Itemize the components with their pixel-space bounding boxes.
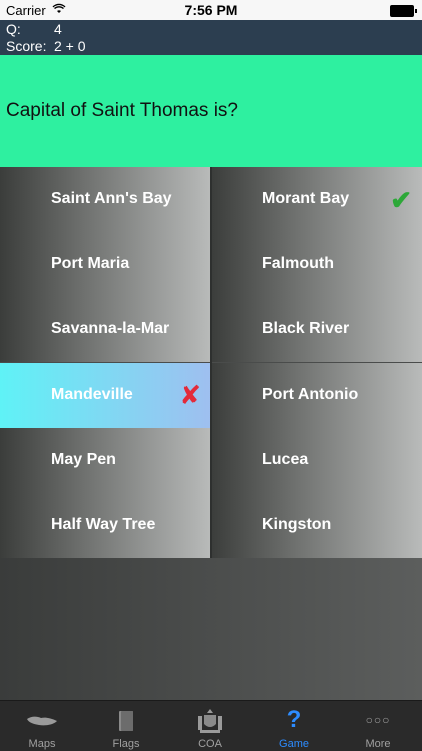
answer-button[interactable]: Port Maria <box>0 232 211 297</box>
tab-label: Maps <box>28 738 56 750</box>
tab-label: COA <box>198 738 222 750</box>
answer-label: Morant Bay <box>262 190 350 207</box>
status-bar: Carrier 7:56 PM <box>0 0 422 20</box>
score-row: Score: 2 + 0 <box>6 38 86 54</box>
empty-background-area <box>0 558 422 700</box>
answer-grid: Saint Ann's Bay Port Maria Savanna-la-Ma… <box>0 167 422 558</box>
tab-label: Game <box>279 738 309 750</box>
tab-more[interactable]: ○○○ More <box>336 701 420 751</box>
answer-label: Port Maria <box>51 255 130 272</box>
answer-button[interactable]: Half Way Tree <box>0 493 211 558</box>
wrong-x-icon: ✘ <box>179 381 201 411</box>
answer-label: Port Antonio <box>262 386 359 403</box>
answer-button[interactable]: Falmouth <box>211 232 422 297</box>
answer-button[interactable]: Lucea <box>211 428 422 493</box>
answer-label: May Pen <box>51 451 116 468</box>
tab-bar: Maps Flags COA ? Game ○○○ More <box>0 700 422 751</box>
tab-label: Flags <box>112 738 140 750</box>
checkmark-icon: ✔ <box>390 185 412 215</box>
question-number-label: Q: <box>6 21 21 37</box>
answer-label: Saint Ann's Bay <box>51 190 172 207</box>
tab-flags[interactable]: Flags <box>84 701 168 751</box>
battery-icon <box>390 5 417 17</box>
answer-label: Mandeville <box>51 386 133 403</box>
answer-label: Black River <box>262 320 350 337</box>
question-number-row: Q: 4 <box>6 21 62 37</box>
game-info-header: Q: 4 Score: 2 + 0 <box>0 20 422 55</box>
question-mark-icon: ? <box>286 706 302 733</box>
answer-button-correct[interactable]: Morant Bay ✔ <box>211 167 422 232</box>
score-label: Score: <box>6 38 47 54</box>
answer-button[interactable]: May Pen <box>0 428 211 493</box>
more-icon: ○○○ <box>365 713 391 727</box>
answer-button[interactable]: Savanna-la-Mar <box>0 297 211 362</box>
answer-button[interactable]: Kingston <box>211 493 422 558</box>
tab-game[interactable]: ? Game <box>252 701 336 751</box>
coat-of-arms-icon <box>168 707 252 733</box>
answer-button[interactable]: Saint Ann's Bay <box>0 167 211 232</box>
answer-label: Savanna-la-Mar <box>51 320 170 337</box>
map-icon <box>0 707 84 733</box>
tab-coa[interactable]: COA <box>168 701 252 751</box>
tab-maps[interactable]: Maps <box>0 701 84 751</box>
answer-button[interactable]: Black River <box>211 297 422 362</box>
answer-label: Falmouth <box>262 255 334 272</box>
answer-label: Lucea <box>262 451 309 468</box>
column-divider <box>210 167 212 558</box>
question-text: Capital of Saint Thomas is? <box>6 100 238 121</box>
tab-label: More <box>365 738 391 750</box>
answer-button[interactable]: Port Antonio <box>211 363 422 428</box>
question-panel: Capital of Saint Thomas is? <box>0 55 422 167</box>
score-value: 2 + 0 <box>54 38 86 54</box>
answer-button-wrong[interactable]: Mandeville ✘ <box>0 363 211 428</box>
flag-icon <box>84 707 168 733</box>
question-number-value: 4 <box>54 21 62 37</box>
answer-label: Half Way Tree <box>51 516 156 533</box>
status-time: 7:56 PM <box>184 2 238 18</box>
answer-label: Kingston <box>262 516 332 533</box>
